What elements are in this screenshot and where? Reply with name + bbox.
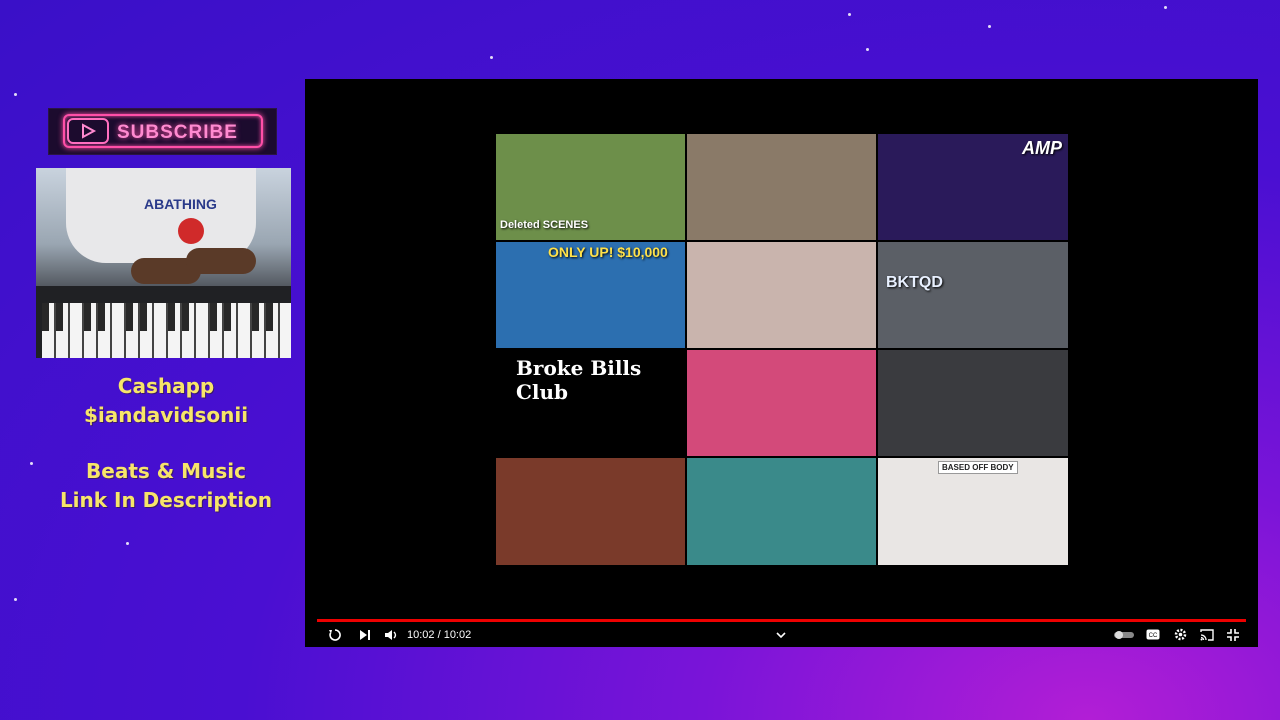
subscribe-label: SUBSCRIBE — [117, 122, 238, 143]
video-thumbnail[interactable]: BASED OFF BODY — [878, 458, 1068, 565]
background-star — [126, 542, 129, 545]
background-star — [30, 462, 33, 465]
background-star — [14, 598, 17, 601]
captions-icon[interactable]: CC — [1145, 625, 1161, 646]
end-screen-grid: Deleted SCENES AMP ONLY UP! $10,000 BKTQD Br… — [496, 134, 1069, 565]
autoplay-toggle[interactable] — [1113, 625, 1135, 646]
time-display: 10:02 / 10:02 — [407, 629, 472, 641]
thumbnail-title: BASED OFF BODY — [938, 461, 1018, 474]
webcam-feed: ABATHING — [36, 168, 291, 358]
replay-icon[interactable] — [327, 625, 343, 648]
beats-music-line: Beats & Music — [86, 459, 246, 483]
video-thumbnail[interactable]: ONLY UP! $10,000 — [496, 242, 685, 348]
player-controls: 10:02 / 10:02 CC — [317, 625, 1246, 645]
thumbnail-title: AMP — [1022, 138, 1062, 158]
piano-black-keys — [42, 303, 291, 331]
thumbnail-title: BKTQD — [886, 274, 943, 291]
video-player[interactable]: Deleted SCENES AMP ONLY UP! $10,000 BKTQD Br… — [305, 79, 1258, 647]
next-icon[interactable] — [357, 625, 373, 647]
thumbnail-title: ONLY UP! $10,000 — [548, 244, 668, 260]
thumbnail-title: Broke Bills Club — [516, 356, 642, 404]
settings-gear-icon[interactable] — [1172, 625, 1188, 647]
thumbnail-title: Deleted SCENES — [500, 219, 589, 231]
video-thumbnail[interactable]: Broke Bills Club — [496, 350, 685, 456]
shirt-logo — [178, 218, 204, 244]
right-hand — [186, 248, 256, 274]
video-thumbnail[interactable] — [687, 242, 876, 348]
chevron-down-icon[interactable] — [775, 625, 787, 645]
play-icon — [67, 118, 109, 144]
cast-icon[interactable] — [1199, 625, 1215, 647]
background-star — [988, 25, 991, 28]
progress-bar[interactable] — [317, 619, 1246, 622]
video-thumbnail[interactable] — [687, 458, 876, 565]
cashapp-title: Cashapp — [117, 374, 215, 398]
background-star — [848, 13, 851, 16]
volume-icon[interactable] — [383, 625, 399, 647]
captions-label: CC — [1149, 633, 1158, 639]
shirt-print-text: ABATHING — [144, 196, 217, 212]
video-thumbnail[interactable] — [496, 458, 685, 565]
background-star — [490, 56, 493, 59]
background-star — [866, 48, 869, 51]
subscribe-banner[interactable]: SUBSCRIBE — [48, 108, 277, 155]
video-thumbnail[interactable]: Deleted SCENES — [496, 134, 685, 240]
cashapp-handle: $iandavidsonii — [83, 403, 249, 427]
video-thumbnail[interactable]: BKTQD — [878, 242, 1068, 348]
video-thumbnail[interactable]: AMP — [878, 134, 1068, 240]
link-description-line: Link In Description — [59, 488, 273, 512]
video-thumbnail[interactable] — [687, 134, 876, 240]
background-star — [14, 93, 17, 96]
fullscreen-exit-icon[interactable] — [1225, 625, 1241, 647]
video-thumbnail[interactable] — [878, 350, 1068, 456]
subscribe-neon-frame: SUBSCRIBE — [63, 114, 263, 148]
background-star — [1164, 6, 1167, 9]
video-thumbnail[interactable] — [687, 350, 876, 456]
